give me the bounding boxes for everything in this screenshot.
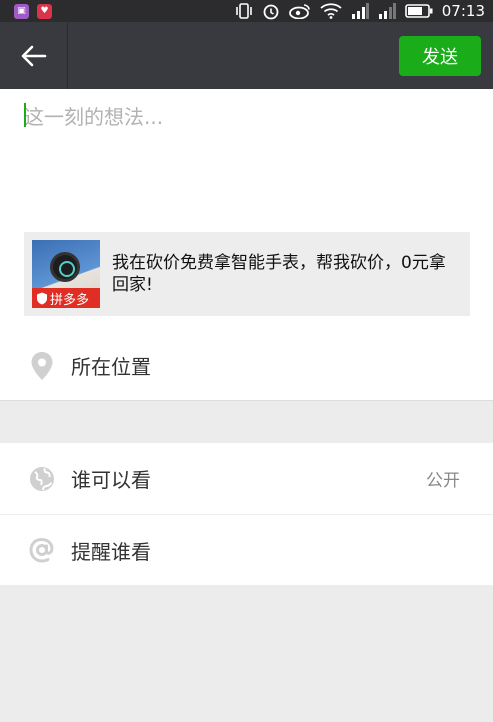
moment-text-input[interactable] (24, 101, 469, 211)
location-pin-icon (28, 351, 56, 380)
visibility-row[interactable]: 谁可以看 公开 (0, 443, 493, 514)
vibrate-icon (235, 3, 252, 19)
smartwatch-image (50, 252, 80, 282)
weibo-icon (288, 4, 310, 19)
signal-icon (351, 3, 369, 19)
shared-link-text: 我在砍价免费拿智能手表，帮我砍价，0元拿回家! (112, 253, 446, 295)
visibility-value: 公开 (426, 471, 460, 491)
remind-row[interactable]: 提醒谁看 (0, 514, 493, 585)
location-row[interactable]: 所在位置 (0, 331, 493, 401)
app-badge-red-icon: ♥ (37, 3, 52, 19)
back-arrow-icon (21, 45, 46, 66)
shared-link-thumbnail: 拼多多 (32, 240, 100, 308)
status-left-icons: ▣ ♥ (14, 3, 52, 19)
wifi-icon (320, 3, 342, 19)
signal-icon-2 (378, 3, 396, 19)
location-label: 所在位置 (71, 355, 151, 379)
status-time: 07:13 (441, 2, 485, 20)
status-right-icons: 07:13 (235, 2, 485, 20)
globe-icon (28, 465, 56, 493)
visibility-label: 谁可以看 (71, 468, 151, 492)
text-cursor (24, 103, 26, 127)
title-bar: 发送 (0, 22, 493, 89)
remind-label: 提醒谁看 (71, 539, 151, 564)
alarm-icon (263, 4, 279, 20)
app-badge-purple-icon: ▣ (14, 3, 29, 19)
shield-icon (37, 292, 47, 304)
options-group: 谁可以看 公开 提醒谁看 (0, 443, 493, 585)
status-bar: ▣ ♥ 07:13 (0, 0, 493, 22)
send-button[interactable]: 发送 (399, 35, 481, 76)
back-button[interactable] (0, 22, 68, 89)
pinduoduo-tag-label: 拼多多 (50, 292, 90, 308)
at-sign-icon (28, 536, 56, 564)
pinduoduo-tag: 拼多多 (32, 288, 100, 308)
battery-icon (404, 4, 433, 18)
composer-area: 拼多多 我在砍价免费拿智能手表，帮我砍价，0元拿回家! 所在位置 (0, 89, 493, 401)
shared-link-card[interactable]: 拼多多 我在砍价免费拿智能手表，帮我砍价，0元拿回家! (24, 232, 470, 316)
